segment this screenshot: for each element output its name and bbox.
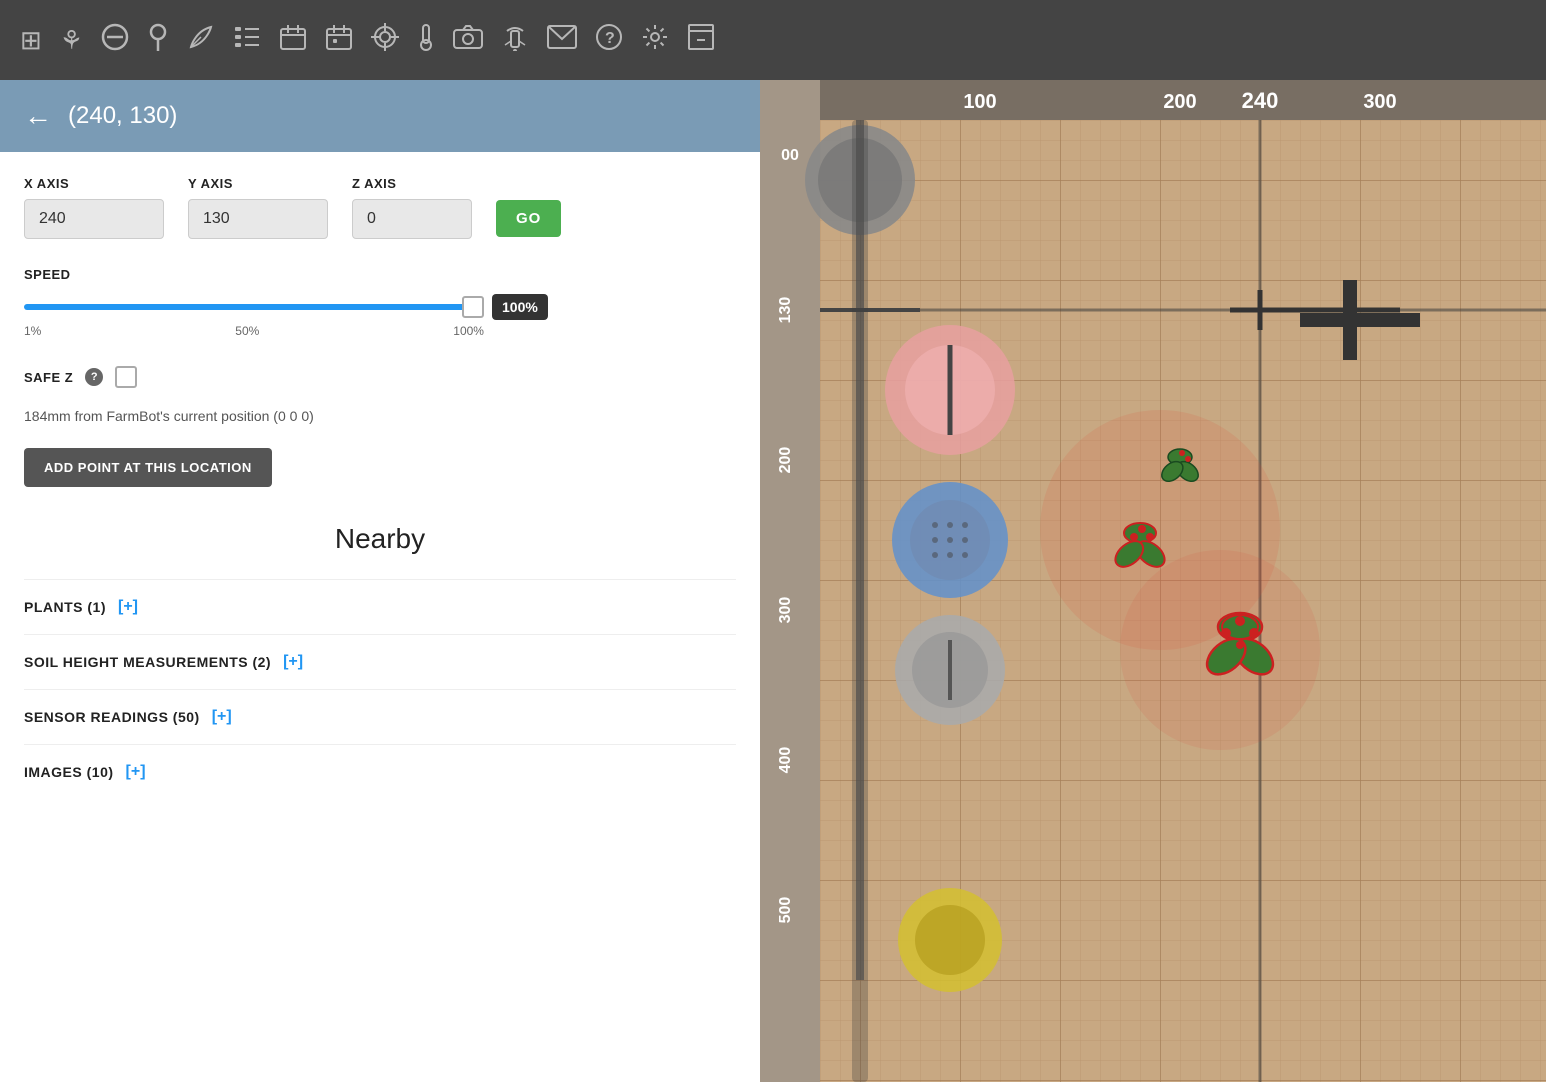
- svg-text:200: 200: [1163, 91, 1196, 113]
- speed-label: SPEED: [24, 267, 736, 282]
- plants-nearby-label: PLANTS (1): [24, 599, 106, 615]
- panel-title: (240, 130): [68, 102, 177, 130]
- settings-icon[interactable]: [641, 23, 669, 58]
- speed-ticks: 1% 50% 100%: [24, 324, 484, 338]
- images-nearby-label: IMAGES (10): [24, 764, 114, 780]
- speed-section: SPEED 100% 1% 50% 100%: [24, 267, 736, 338]
- speed-slider-container: 100%: [24, 294, 736, 320]
- camera-icon[interactable]: [453, 25, 483, 56]
- svg-text:300: 300: [1363, 91, 1396, 113]
- svg-text:00: 00: [781, 147, 799, 164]
- grid-icon[interactable]: ⊞: [20, 25, 42, 56]
- add-point-button[interactable]: ADD POINT AT THIS LOCATION: [24, 448, 272, 487]
- map-svg: 100 200 240 300 00 130 200 300 400 500: [760, 80, 1546, 1082]
- svg-text:240: 240: [1242, 88, 1279, 113]
- leaf-icon[interactable]: [187, 23, 215, 58]
- sensor-readings-nearby-item: SENSOR READINGS (50) [+]: [24, 689, 736, 744]
- safe-z-row: SAFE Z ?: [24, 366, 736, 388]
- main-area: ← (240, 130) X AXIS Y AXIS Z AXIS GO: [0, 80, 1546, 1082]
- target-icon[interactable]: [371, 23, 399, 58]
- safe-z-label: SAFE Z: [24, 370, 73, 385]
- calendar-alt-icon[interactable]: [325, 23, 353, 58]
- speed-badge: 100%: [492, 294, 548, 320]
- y-axis-input[interactable]: [188, 199, 328, 239]
- svg-text:300: 300: [777, 597, 794, 624]
- sensor-readings-add-button[interactable]: [+]: [208, 708, 236, 726]
- soil-height-nearby-item: SOIL HEIGHT MEASUREMENTS (2) [+]: [24, 634, 736, 689]
- z-axis-label: Z AXIS: [352, 176, 472, 191]
- sensor-readings-nearby-label: SENSOR READINGS (50): [24, 709, 200, 725]
- images-add-button[interactable]: [+]: [122, 763, 150, 781]
- x-axis-label: X AXIS: [24, 176, 164, 191]
- z-axis-group: Z AXIS: [352, 176, 472, 239]
- speed-max-tick: 100%: [453, 324, 484, 338]
- speed-min-tick: 1%: [24, 324, 41, 338]
- distance-info: 184mm from FarmBot's current position (0…: [24, 408, 736, 424]
- x-axis-input[interactable]: [24, 199, 164, 239]
- archive-icon[interactable]: [687, 23, 715, 58]
- images-nearby-item: IMAGES (10) [+]: [24, 744, 736, 799]
- svg-text:?: ?: [605, 30, 615, 47]
- plant-icon[interactable]: ⚘: [60, 25, 83, 56]
- toolbar: ⊞ ⚘ ?: [0, 0, 1546, 80]
- mail-icon[interactable]: [547, 25, 577, 56]
- plants-add-button[interactable]: [+]: [114, 598, 142, 616]
- speed-mid-tick: 50%: [235, 324, 259, 338]
- safe-z-checkbox[interactable]: [115, 366, 137, 388]
- y-axis-group: Y AXIS: [188, 176, 328, 239]
- help-circle-icon[interactable]: ?: [595, 23, 623, 58]
- soil-height-nearby-label: SOIL HEIGHT MEASUREMENTS (2): [24, 654, 271, 670]
- panel-header: ← (240, 130): [0, 80, 760, 152]
- z-axis-input[interactable]: [352, 199, 472, 239]
- speed-slider[interactable]: [24, 304, 484, 310]
- left-panel: ← (240, 130) X AXIS Y AXIS Z AXIS GO: [0, 80, 760, 1082]
- list-icon[interactable]: [233, 23, 261, 58]
- svg-text:130: 130: [777, 297, 794, 324]
- no-entry-icon[interactable]: [101, 23, 129, 58]
- calendar-icon[interactable]: [279, 23, 307, 58]
- panel-body: X AXIS Y AXIS Z AXIS GO SPEED 100%: [0, 152, 760, 1082]
- axis-inputs-row: X AXIS Y AXIS Z AXIS GO: [24, 176, 736, 239]
- sprinkler-icon[interactable]: [501, 23, 529, 58]
- nearby-title: Nearby: [24, 523, 736, 555]
- back-button[interactable]: ←: [24, 100, 52, 132]
- go-button[interactable]: GO: [496, 200, 561, 237]
- svg-text:400: 400: [777, 747, 794, 774]
- svg-text:200: 200: [777, 447, 794, 474]
- plants-nearby-item: PLANTS (1) [+]: [24, 579, 736, 634]
- thermometer-icon[interactable]: [417, 23, 435, 58]
- safe-z-help-icon[interactable]: ?: [85, 368, 103, 386]
- soil-height-add-button[interactable]: [+]: [279, 653, 307, 671]
- svg-text:500: 500: [777, 897, 794, 924]
- map-panel[interactable]: 100 200 240 300 00 130 200 300 400 500: [760, 80, 1546, 1082]
- svg-text:100: 100: [963, 91, 996, 113]
- y-axis-label: Y AXIS: [188, 176, 328, 191]
- x-axis-group: X AXIS: [24, 176, 164, 239]
- pin-icon[interactable]: [147, 23, 169, 58]
